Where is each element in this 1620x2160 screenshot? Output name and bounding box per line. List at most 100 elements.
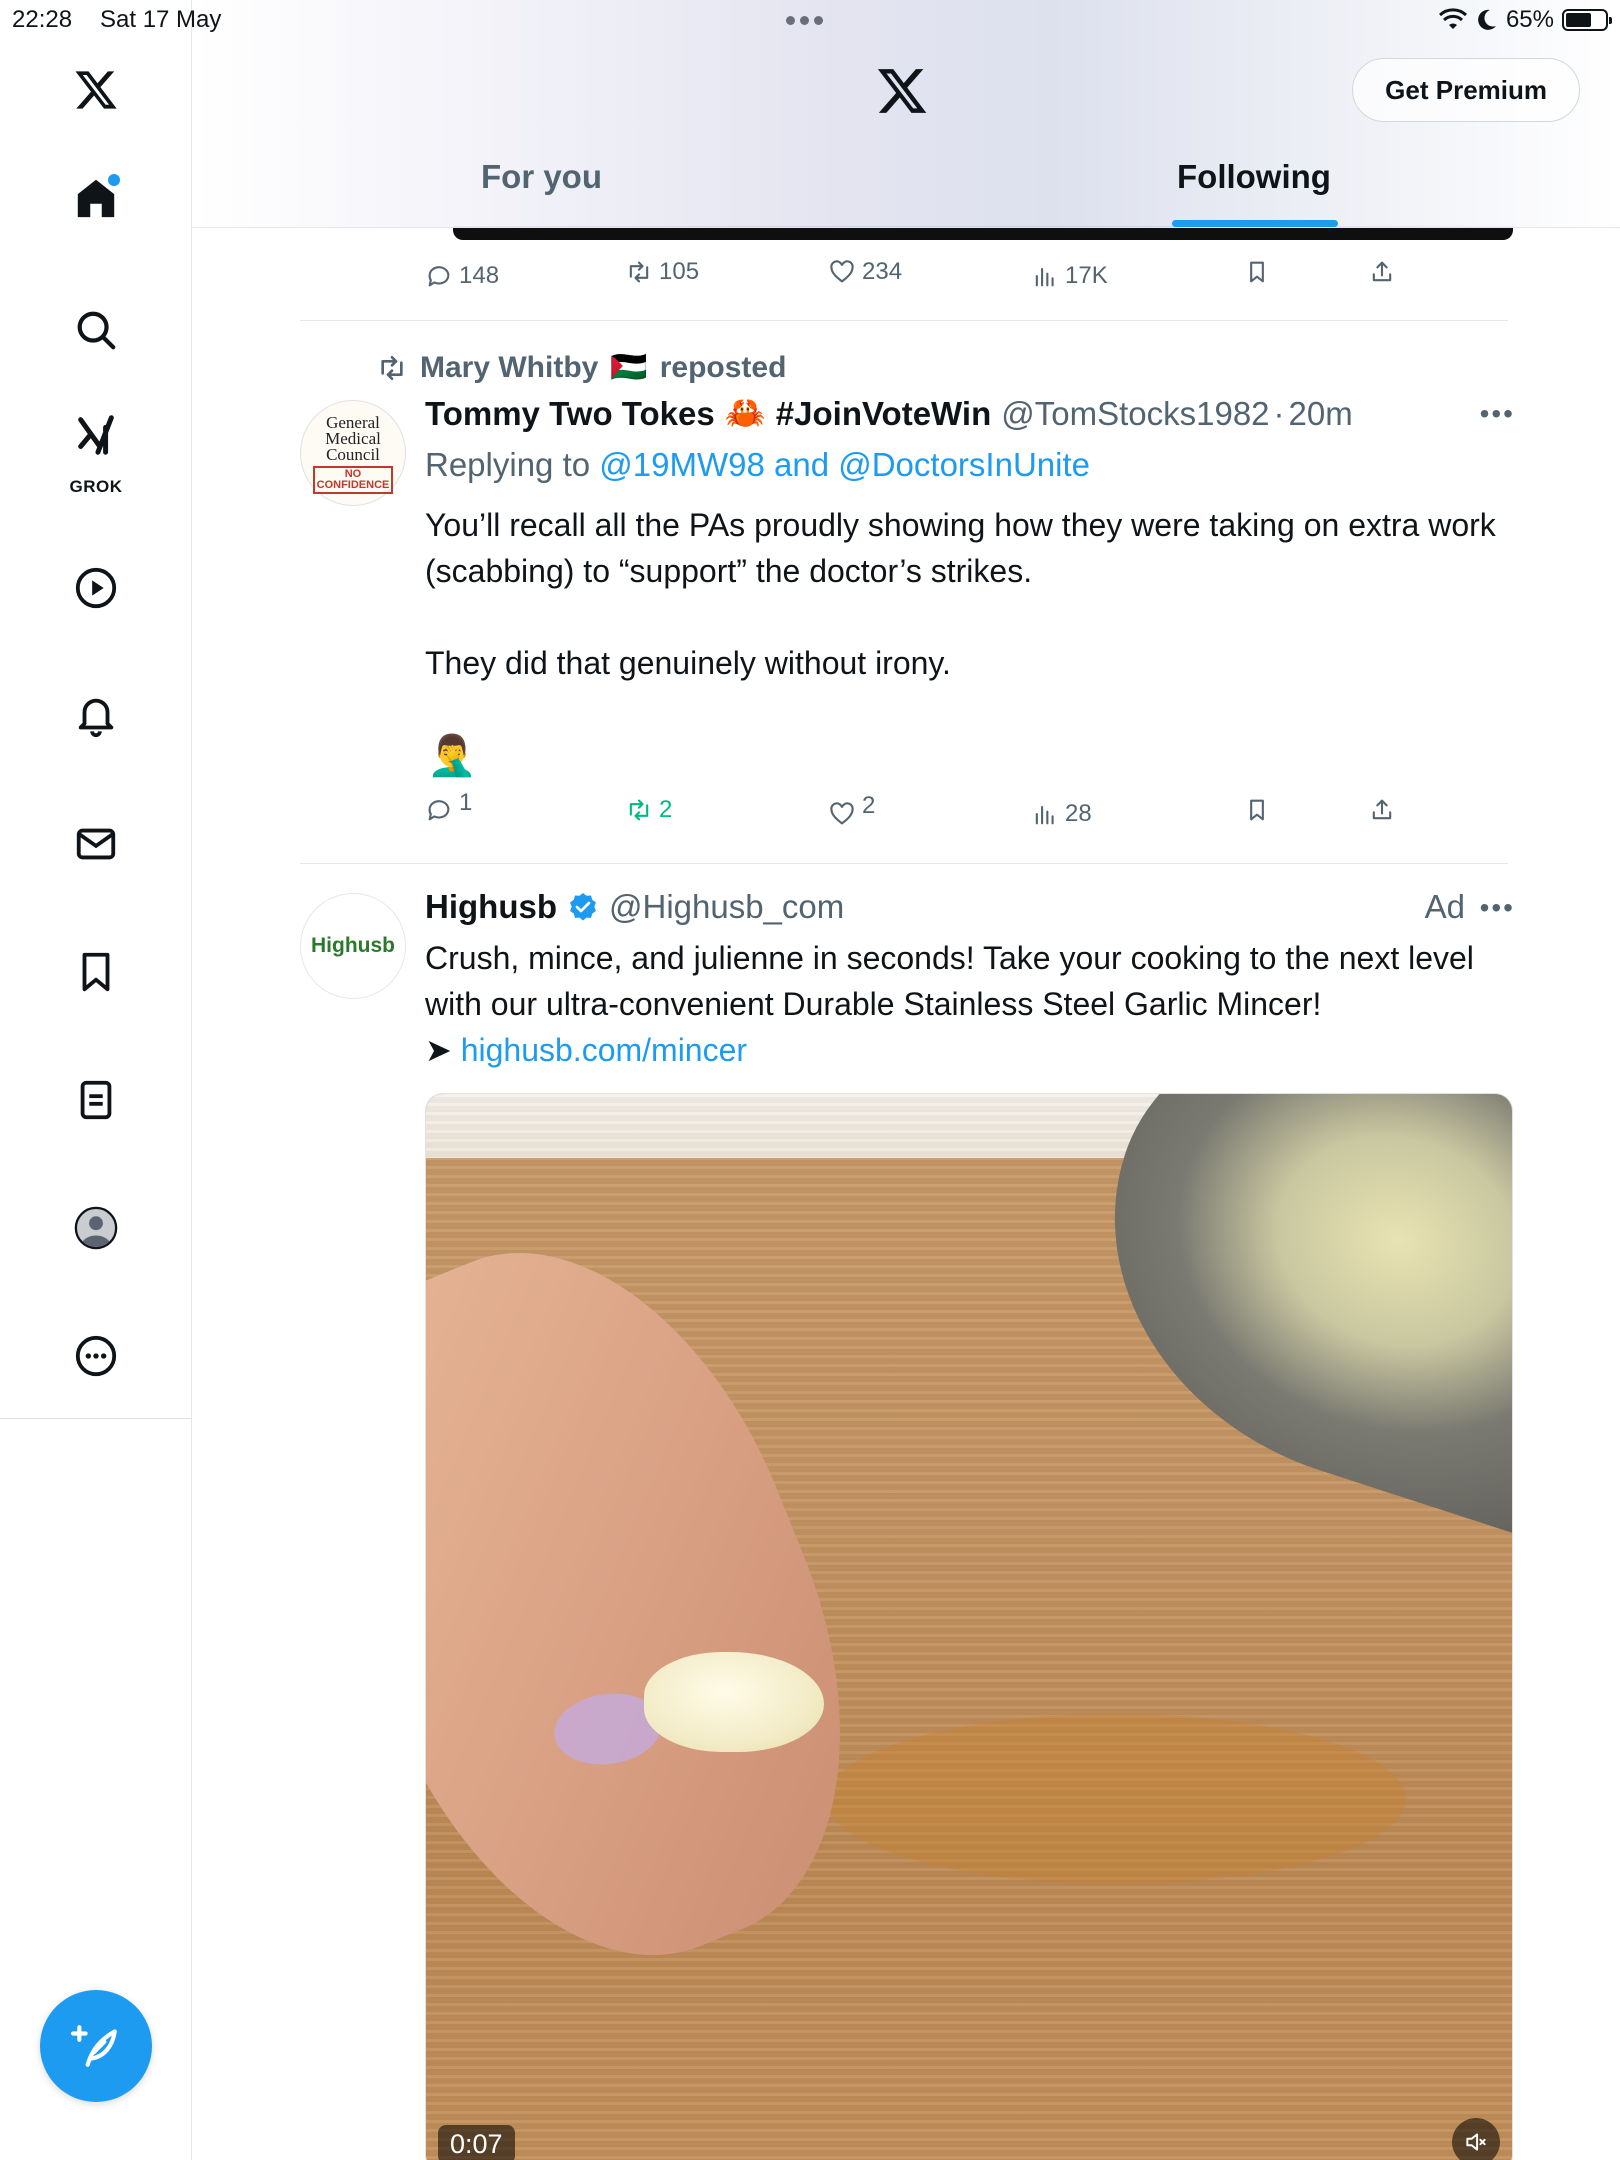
reply-icon — [428, 266, 450, 287]
previous-tweet-media[interactable] — [453, 226, 1513, 240]
sidebar-divider — [0, 1418, 192, 1419]
tab-following[interactable]: Following — [1177, 158, 1331, 196]
name-hashtag[interactable]: #JoinVoteWin — [776, 395, 991, 433]
home-notification-dot — [108, 174, 120, 186]
arrow-glyph: ➤ — [425, 1032, 452, 1068]
share-icon — [1372, 799, 1392, 820]
sidebar-item-video[interactable] — [48, 540, 144, 636]
sidebar-item-bookmarks[interactable] — [48, 924, 144, 1020]
bookmark-button[interactable] — [1243, 796, 1271, 824]
tab-selected-indicator — [1172, 220, 1338, 227]
like-button[interactable]: 234 — [828, 258, 902, 286]
tweet-header: Tommy Two Tokes 🦀 #JoinVoteWin @TomStock… — [425, 394, 1353, 433]
avatar[interactable]: Highusb — [300, 893, 406, 999]
mute-button[interactable] — [1452, 2118, 1500, 2160]
name-emoji: 🦀 — [724, 394, 766, 431]
tweet-text: Crush, mince, and julienne in seconds! T… — [425, 935, 1515, 1073]
compose-feather-icon — [71, 2025, 117, 2067]
garlic-juice — [826, 1714, 1406, 1884]
sidebar-item-messages[interactable] — [48, 796, 144, 892]
more-options-icon[interactable]: ••• — [1480, 398, 1515, 430]
user-handle[interactable]: @Highusb_com — [609, 888, 844, 926]
ad-link[interactable]: highusb.com/mincer — [461, 1032, 747, 1068]
views-count: 17K — [1065, 262, 1108, 289]
repost-icon — [381, 355, 403, 380]
x-logo-icon[interactable] — [48, 42, 144, 138]
like-button[interactable]: 2 — [828, 792, 875, 828]
views-icon — [1035, 267, 1054, 287]
grok-label: GROK — [69, 477, 123, 496]
sidebar-item-explore[interactable] — [48, 282, 144, 378]
battery-percent: 65% — [1505, 6, 1554, 33]
reposter-flag: 🇵🇸 — [610, 351, 648, 384]
more-circle-icon — [75, 1335, 117, 1377]
views-button[interactable]: 17K — [1031, 262, 1108, 290]
avatar[interactable]: General Medical Council NO CONFIDENCE — [300, 400, 406, 506]
like-count: 2 — [862, 792, 876, 819]
wifi-icon — [1438, 8, 1467, 29]
reply-count: 148 — [459, 262, 500, 289]
play-icon — [75, 567, 117, 609]
views-button[interactable]: 28 — [1031, 800, 1092, 828]
more-options-icon[interactable]: ••• — [1480, 892, 1515, 924]
sidebar-item-profile[interactable] — [48, 1180, 144, 1276]
sidebar: GROK — [0, 0, 192, 2160]
repost-icon — [629, 261, 649, 283]
share-button[interactable] — [1368, 258, 1396, 286]
verified-badge-icon — [570, 893, 596, 921]
reposted-label: reposted — [659, 350, 787, 384]
search-icon — [77, 311, 116, 350]
repost-count: 2 — [659, 796, 673, 823]
sidebar-item-home[interactable] — [48, 150, 144, 246]
views-count: 28 — [1065, 800, 1092, 827]
display-name[interactable]: Highusb — [425, 888, 557, 926]
tweet-time[interactable]: 20m — [1289, 395, 1353, 433]
sidebar-item-more[interactable] — [48, 1308, 144, 1404]
replying-to: Replying to @19MW98 and @DoctorsInUnite — [425, 446, 1090, 484]
tweet-separator — [300, 320, 1508, 321]
sidebar-item-grok[interactable] — [48, 400, 144, 470]
repost-button[interactable]: 2 — [625, 796, 672, 824]
like-count: 234 — [862, 258, 903, 285]
share-icon — [1372, 261, 1392, 282]
tab-for-you[interactable]: For you — [481, 158, 602, 196]
share-button[interactable] — [1368, 796, 1396, 824]
timeline: 148 105 234 17K Mary Whitby 🇵🇸 reposted — [193, 0, 1620, 2160]
mail-icon — [76, 828, 116, 860]
compose-button[interactable] — [40, 1990, 152, 2102]
reply-button[interactable]: 148 — [425, 262, 499, 290]
avatar-badge: NO CONFIDENCE — [312, 466, 394, 494]
tweet-text: You’ll recall all the PAs proudly showin… — [425, 507, 1496, 589]
get-premium-button[interactable]: Get Premium — [1352, 58, 1580, 122]
previous-tweet-actions: 148 105 234 17K — [425, 258, 1405, 302]
multitasking-dots-icon[interactable] — [786, 16, 823, 25]
status-time: 22:28 — [12, 6, 73, 33]
battery-icon — [1562, 9, 1612, 31]
grok-icon — [78, 415, 114, 455]
replying-to-link[interactable]: @19MW98 and @DoctorsInUnite — [599, 446, 1090, 483]
video-player[interactable]: 0:07 — [425, 1093, 1513, 2160]
reply-button[interactable]: 1 — [425, 789, 472, 824]
repost-context[interactable]: Mary Whitby 🇵🇸 reposted — [376, 350, 786, 385]
status-right: 65% — [1438, 6, 1612, 34]
reply-count: 1 — [459, 789, 473, 816]
sidebar-item-notifications[interactable] — [48, 668, 144, 764]
views-icon — [1035, 805, 1054, 825]
ad-body-text: Crush, mince, and julienne in seconds! T… — [425, 940, 1474, 1022]
display-name[interactable]: Tommy Two Tokes — [425, 395, 715, 433]
tweet-separator — [300, 863, 1508, 864]
reposter-name: Mary Whitby — [420, 350, 599, 384]
repost-button[interactable]: 105 — [625, 258, 699, 286]
x-logo-icon[interactable] — [875, 64, 929, 118]
tweet-header: Highusb @Highusb_com — [425, 888, 844, 926]
replying-prefix: Replying to — [425, 446, 591, 483]
tweet-text-line-2: They did that genuinely without irony. — [425, 645, 951, 681]
volume-muted-icon — [1466, 2133, 1486, 2151]
dot-separator: · — [1273, 394, 1285, 432]
moon-icon — [1478, 9, 1496, 30]
video-timer: 0:07 — [438, 2125, 515, 2160]
sidebar-item-lists[interactable] — [48, 1052, 144, 1148]
user-handle[interactable]: @TomStocks1982 — [1001, 395, 1269, 433]
bell-icon — [78, 698, 114, 738]
bookmark-button[interactable] — [1243, 258, 1271, 286]
